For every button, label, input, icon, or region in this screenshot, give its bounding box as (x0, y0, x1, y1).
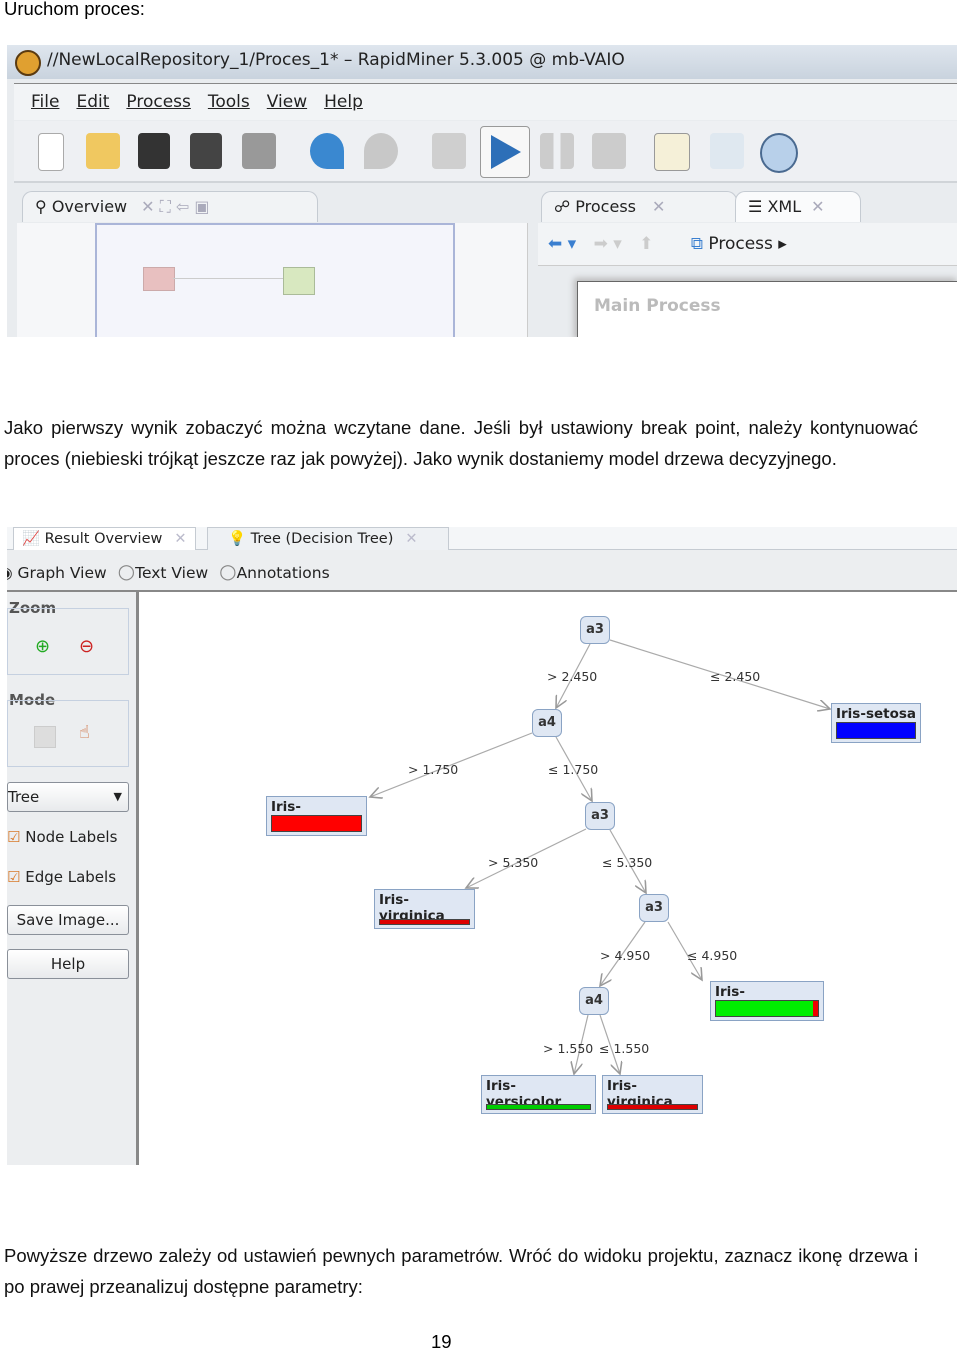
tree-node[interactable]: a3 (580, 616, 610, 644)
edge-label: ≤ 5.350 (602, 855, 653, 870)
tree-leaf[interactable]: Iris-setosa (831, 703, 921, 743)
class-distribution-bar (486, 1104, 591, 1110)
class-distribution-bar (836, 722, 916, 739)
tree-node[interactable]: a4 (579, 987, 609, 1015)
tree-node[interactable]: a3 (585, 802, 615, 830)
edge-label: > 2.450 (547, 669, 598, 684)
edge-label: > 4.950 (600, 948, 651, 963)
edge-label: ≤ 4.950 (687, 948, 738, 963)
class-distribution-bar (379, 919, 470, 925)
edge-label: > 1.750 (408, 762, 459, 777)
leaf-label: Iris-setosa (836, 706, 917, 722)
tree-leaf[interactable]: Iris-versicolor (710, 981, 824, 1021)
edge-label: > 5.350 (488, 855, 539, 870)
class-distribution-bar (271, 815, 362, 832)
tree-leaf[interactable]: Iris-versicolor (481, 1075, 596, 1114)
tree-leaf[interactable]: Iris-virginica (374, 889, 475, 929)
tree-leaf[interactable]: Iris-virginica (602, 1075, 703, 1114)
class-distribution-bar (607, 1104, 698, 1110)
edge-label: ≤ 2.450 (710, 669, 761, 684)
tree-node[interactable]: a4 (532, 709, 562, 737)
tree-node[interactable]: a3 (639, 894, 669, 922)
edge-label: ≤ 1.750 (548, 762, 599, 777)
page-number: 19 (431, 1331, 452, 1352)
edge-label: > 1.550 (543, 1041, 594, 1056)
class-distribution-bar (715, 1000, 819, 1017)
edge-label: ≤ 1.550 (599, 1041, 650, 1056)
tree-leaf[interactable]: Iris-virginica (266, 796, 367, 836)
paragraph: Powyższe drzewo zależy od ustawień pewny… (4, 1245, 918, 1297)
tree-edges (0, 639, 960, 1353)
